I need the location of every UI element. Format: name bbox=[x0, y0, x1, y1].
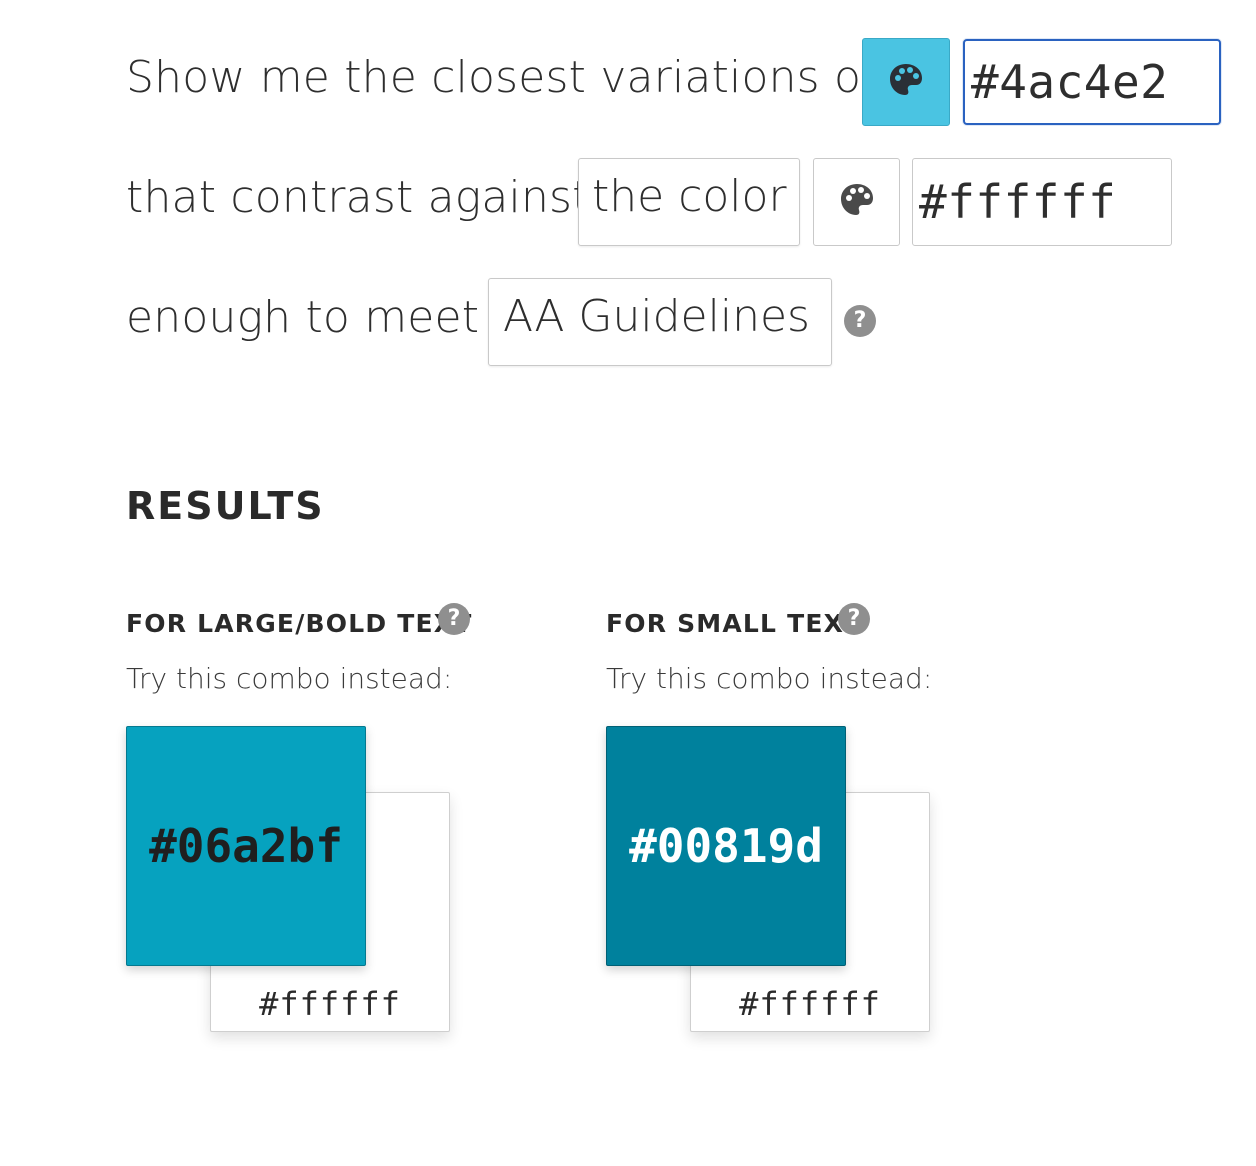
large-text-background-value: #ffffff bbox=[259, 985, 401, 1023]
results-heading: RESULTS bbox=[126, 484, 325, 528]
query-line3-text: enough to meet bbox=[126, 292, 480, 343]
palette-icon bbox=[837, 180, 877, 224]
large-text-foreground-swatch: #06a2bf bbox=[126, 726, 366, 966]
large-text-subtitle: Try this combo instead: bbox=[126, 662, 453, 695]
query-line2-text: that contrast against bbox=[126, 172, 590, 223]
small-text-foreground-swatch: #00819d bbox=[606, 726, 846, 966]
source-color-picker-button[interactable] bbox=[862, 38, 950, 126]
large-text-foreground-value: #06a2bf bbox=[149, 819, 343, 873]
large-text-help-icon[interactable]: ? bbox=[438, 603, 470, 635]
small-text-background-value: #ffffff bbox=[739, 985, 881, 1023]
small-text-heading: FOR SMALL TEXT bbox=[606, 609, 863, 638]
guideline-help-icon[interactable]: ? bbox=[844, 305, 876, 337]
source-color-input[interactable] bbox=[963, 39, 1221, 125]
contrast-mode-selected: the color bbox=[592, 171, 787, 222]
large-text-heading: FOR LARGE/BOLD TEXT bbox=[126, 609, 473, 638]
small-text-foreground-value: #00819d bbox=[629, 819, 823, 873]
target-color-picker-button[interactable] bbox=[813, 158, 900, 246]
guideline-selected: AA Guidelines bbox=[503, 291, 810, 342]
query-line1-text: Show me the closest variations of bbox=[126, 52, 877, 103]
palette-icon bbox=[886, 60, 926, 104]
contrast-mode-select[interactable]: the color bbox=[578, 158, 800, 246]
small-text-help-icon[interactable]: ? bbox=[838, 603, 870, 635]
small-text-subtitle: Try this combo instead: bbox=[606, 662, 933, 695]
target-color-input[interactable] bbox=[912, 158, 1172, 246]
guideline-select[interactable]: AA Guidelines bbox=[488, 278, 832, 366]
